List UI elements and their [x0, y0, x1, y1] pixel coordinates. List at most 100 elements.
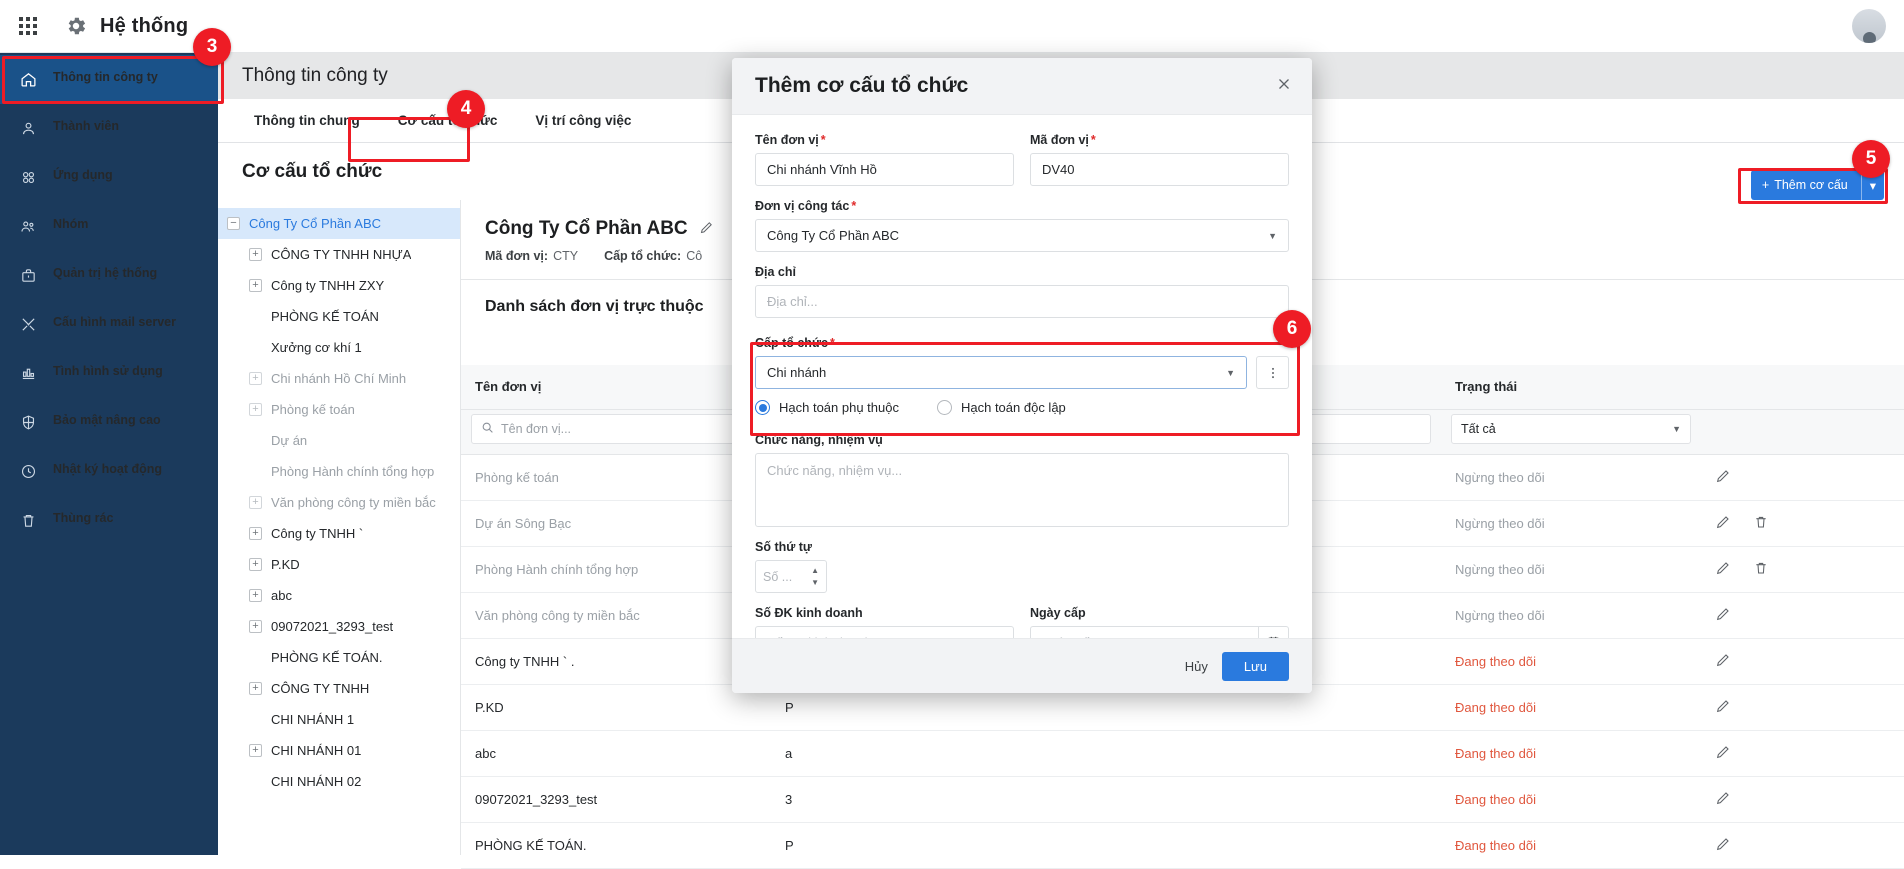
field-biz-reg: Số ĐK kinh doanh Số ĐK kinh doanh... — [755, 606, 1014, 638]
tree-node[interactable]: Dự án — [218, 425, 460, 456]
expand-icon[interactable]: + — [249, 744, 262, 757]
radio-label: Hạch toán độc lập — [960, 400, 1066, 415]
close-icon[interactable] — [1275, 75, 1293, 97]
tree-node[interactable]: Xưởng cơ khí 1 — [218, 332, 460, 363]
sidebar-item-nhom[interactable]: Nhóm — [0, 202, 218, 251]
tree-node[interactable]: CHI NHÁNH 1 — [218, 704, 460, 735]
user-avatar[interactable] — [1852, 9, 1886, 43]
order-stepper[interactable]: Số ... ▲ ▼ — [755, 560, 827, 593]
unit-name-input[interactable]: Chi nhánh Vĩnh Hồ — [755, 153, 1014, 186]
tree-node[interactable]: Phòng Hành chính tổng hợp — [218, 456, 460, 487]
pencil-icon[interactable] — [1715, 698, 1731, 717]
sidebar-item-quan-tri-he-thong[interactable]: Quản trị hệ thống — [0, 251, 218, 300]
tree-node[interactable]: + abc — [218, 580, 460, 611]
issue-date-input[interactable]: Ngày cấp... — [1030, 626, 1258, 638]
expand-icon[interactable]: + — [249, 279, 262, 292]
tree-node[interactable]: + Công ty TNHH ZXY — [218, 270, 460, 301]
cell-status: Đang theo dõi — [1441, 776, 1701, 823]
col-ten-don-vi: Tên đơn vị — [461, 365, 771, 410]
expand-icon[interactable]: + — [249, 248, 262, 261]
pencil-icon[interactable] — [1715, 652, 1731, 671]
tree-node[interactable]: CHI NHÁNH 02 — [218, 766, 460, 797]
address-input[interactable]: Địa chỉ... — [755, 285, 1289, 318]
collapse-icon[interactable]: − — [227, 217, 240, 230]
tree-node[interactable]: + P.KD — [218, 549, 460, 580]
tree-node[interactable]: +09072021_3293_test — [218, 611, 460, 642]
sidebar-item-thung-rac[interactable]: Thùng rác — [0, 496, 218, 545]
tree-node[interactable]: + CÔNG TY TNHH NHỰA — [218, 239, 460, 270]
detail-meta-value: CTY — [553, 249, 579, 263]
pencil-icon[interactable] — [1715, 836, 1731, 855]
org-tree[interactable]: − Công Ty Cổ Phần ABC + CÔNG TY TNHH NHỰA + C… — [218, 200, 461, 855]
filter-cell-name: Tên đơn vị... — [461, 409, 771, 455]
sidebar-item-cau-hinh-mail-server[interactable]: Cấu hình mail server — [0, 300, 218, 349]
sidebar-item-thong-tin-cong-ty[interactable]: Thông tin công ty — [0, 55, 218, 104]
status-filter-select[interactable]: Tất cả ▼ — [1451, 413, 1691, 444]
pencil-icon[interactable] — [1715, 560, 1731, 579]
expand-icon[interactable]: + — [249, 682, 262, 695]
pencil-icon[interactable] — [1715, 790, 1731, 809]
expand-icon[interactable]: + — [249, 496, 262, 509]
cancel-button[interactable]: Hủy — [1185, 659, 1208, 674]
work-unit-select[interactable]: Công Ty Cổ Phần ABC ▼ — [755, 219, 1289, 252]
label-address: Địa chỉ — [755, 265, 796, 279]
expand-icon[interactable]: + — [249, 589, 262, 602]
search-input-name[interactable]: Tên đơn vị... — [471, 413, 761, 444]
sidebar-item-nhat-ky-hoat-dong[interactable]: Nhật ký hoạt động — [0, 447, 218, 496]
sidebar-item-thanh-vien[interactable]: Thành viên — [0, 104, 218, 153]
radio-dot-selected — [755, 400, 770, 415]
org-level-select[interactable]: Chi nhánh ▼ — [755, 356, 1247, 389]
biz-reg-input[interactable]: Số ĐK kinh doanh... — [755, 626, 1014, 638]
filter-cell-actions — [1701, 409, 1904, 455]
save-button[interactable]: Lưu — [1221, 651, 1289, 681]
stepper-arrows[interactable]: ▲ ▼ — [811, 566, 819, 587]
pencil-icon[interactable] — [1715, 514, 1731, 533]
tree-node[interactable]: + Chi nhánh Hồ Chí Minh — [218, 363, 460, 394]
trash-icon[interactable] — [1753, 560, 1769, 579]
radio-hach-toan-doc-lap[interactable]: Hạch toán độc lập — [936, 400, 1066, 415]
expand-icon[interactable]: + — [249, 620, 262, 633]
cell-name: 09072021_3293_test — [461, 776, 771, 823]
tab-thong-tin-chung[interactable]: Thông tin chung — [240, 103, 374, 138]
pencil-icon[interactable] — [699, 220, 714, 238]
cell-actions — [1701, 592, 1904, 639]
tree-node[interactable]: PHÒNG KẾ TOÁN. — [218, 642, 460, 673]
unit-code-input[interactable]: DV40 — [1030, 153, 1289, 186]
more-vertical-icon[interactable] — [1256, 356, 1289, 389]
pencil-icon[interactable] — [1715, 606, 1731, 625]
cell-name: Công ty TNHH ` . — [461, 638, 771, 685]
pencil-icon[interactable] — [1715, 744, 1731, 763]
sidebar-item-tinh-hinh-su-dung[interactable]: Tình hình sử dụng — [0, 349, 218, 398]
sidebar-item-bao-mat-nang-cao[interactable]: Bảo mật nâng cao — [0, 398, 218, 447]
tree-node[interactable]: + CÔNG TY TNHH — [218, 673, 460, 704]
expand-icon[interactable]: + — [249, 558, 262, 571]
pencil-icon[interactable] — [1715, 468, 1731, 487]
function-textarea[interactable]: Chức năng, nhiệm vụ... — [755, 453, 1289, 527]
apps-grid-icon[interactable] — [0, 17, 56, 35]
trash-icon[interactable] — [1753, 514, 1769, 533]
stepper-up-icon[interactable]: ▲ — [811, 566, 819, 575]
expand-icon[interactable]: + — [249, 372, 262, 385]
tab-vi-tri-cong-viec[interactable]: Vị trí công việc — [521, 103, 645, 138]
table-row[interactable]: abc a Đang theo dõi — [461, 730, 1904, 777]
radio-hach-toan-phu-thuoc[interactable]: Hạch toán phụ thuộc — [755, 400, 899, 415]
clock-icon — [18, 463, 38, 480]
tree-node[interactable]: + CHI NHÁNH 01 — [218, 735, 460, 766]
detail-meta-value: Cô — [686, 249, 703, 263]
expand-icon[interactable]: + — [249, 403, 262, 416]
expand-icon[interactable]: + — [249, 527, 262, 540]
stepper-down-icon[interactable]: ▼ — [811, 578, 819, 587]
accounting-type-radio-group: Hạch toán phụ thuộc Hạch toán độc lập — [755, 400, 1289, 415]
tree-node[interactable]: + Công ty TNHH ` — [218, 518, 460, 549]
table-row[interactable]: 09072021_3293_test 3 Đang theo dõi — [461, 776, 1904, 823]
field-org-level: Cấp tổ chức * Chi nhánh ▼ Hạch toán phụ t… — [755, 336, 1289, 415]
calendar-icon[interactable] — [1257, 626, 1289, 638]
table-row[interactable]: PHÒNG KẾ TOÁN. P Đang theo dõi — [461, 822, 1904, 869]
tree-node[interactable]: − Công Ty Cổ Phần ABC — [218, 208, 460, 239]
sidebar-item-ung-dung[interactable]: Ứng dụng — [0, 153, 218, 202]
tree-node[interactable]: + Phòng kế toán — [218, 394, 460, 425]
tree-node[interactable]: + Văn phòng công ty miền bắc — [218, 487, 460, 518]
tree-node[interactable]: PHÒNG KẾ TOÁN — [218, 301, 460, 332]
gear-icon[interactable] — [64, 14, 88, 38]
